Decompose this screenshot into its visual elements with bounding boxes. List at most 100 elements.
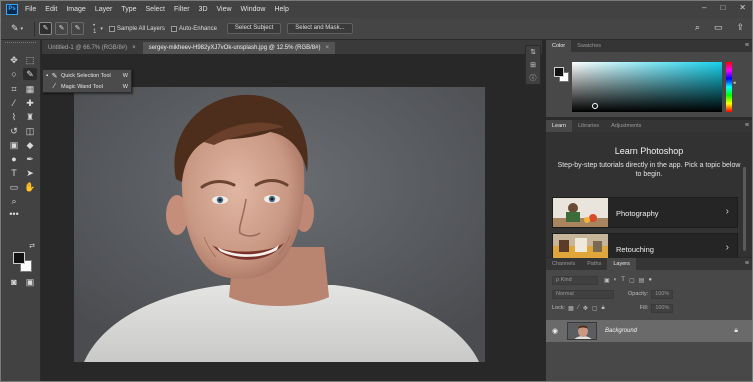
sample-all-layers-checkbox[interactable]: Sample All Layers [108, 25, 165, 32]
maximize-button[interactable]: □ [720, 3, 725, 12]
tab-color[interactable]: Color [546, 40, 572, 52]
panel-menu-icon[interactable]: ≡ [745, 40, 749, 52]
tab-layers[interactable]: Layers [607, 258, 636, 270]
eraser-tool-icon[interactable]: ◫ [23, 125, 37, 137]
add-to-selection-icon[interactable]: ✎ [55, 22, 68, 35]
quick-mask-icon[interactable]: ◙ [7, 276, 21, 288]
tab-paths[interactable]: Paths [581, 258, 607, 270]
filter-shape-icon[interactable]: ▢ [629, 277, 635, 284]
swap-colors-icon[interactable]: ⇄ [25, 241, 39, 253]
tab-adjustments[interactable]: Adjustments [605, 120, 647, 132]
opacity-field[interactable]: 100% [651, 289, 674, 299]
blend-mode-select[interactable]: Normal [552, 289, 614, 299]
menu-window[interactable]: Window [241, 6, 266, 13]
marquee-tool-icon[interactable]: ⬚ [23, 54, 37, 66]
more-tools-icon[interactable]: ••• [7, 208, 21, 220]
learn-scrollbar[interactable] [743, 167, 746, 251]
close-window-button[interactable]: ✕ [739, 3, 746, 12]
color-picker-ring[interactable] [592, 103, 598, 109]
hand-tool-icon[interactable]: ✋ [23, 181, 37, 193]
menu-3d[interactable]: 3D [199, 6, 208, 13]
gradient-tool-icon[interactable]: ▣ [7, 139, 21, 151]
info-panel-icon[interactable]: ⓘ [526, 72, 540, 85]
path-selection-icon[interactable]: ➤ [23, 167, 37, 179]
workspace-icon[interactable]: ▭ [714, 22, 723, 33]
color-panel-foreground-swatch[interactable] [554, 67, 564, 77]
tab-learn[interactable]: Learn [546, 120, 573, 132]
auto-enhance-checkbox[interactable]: Auto-Enhance [170, 25, 217, 32]
lasso-tool-icon[interactable]: ○ [7, 68, 21, 80]
menu-type[interactable]: Type [121, 6, 136, 13]
layers-panel: Channels Paths Layers ≡ ρ Kind ▣ ◐ T ▢ ▤… [546, 258, 752, 381]
dodge-tool-icon[interactable]: ● [7, 153, 21, 165]
zoom-tool-icon[interactable]: ⌕ [7, 195, 21, 207]
lock-icons: ▦ ⁄ ✥ ▢ 🔒︎ [568, 305, 605, 312]
menu-help[interactable]: Help [274, 6, 288, 13]
eyedropper-tool-icon[interactable]: ⁄ [7, 97, 21, 109]
menu-image[interactable]: Image [66, 6, 85, 13]
subtract-from-selection-icon[interactable]: ✎ [71, 22, 84, 35]
search-icon[interactable]: ⌕ [695, 22, 700, 33]
select-and-mask-button[interactable]: Select and Mask... [287, 23, 353, 34]
menu-file[interactable]: File [25, 6, 36, 13]
screen-mode-icon[interactable]: ▣ [23, 276, 37, 288]
hue-slider[interactable] [726, 62, 732, 112]
image-canvas[interactable] [74, 87, 485, 362]
lock-artboard-icon[interactable]: ▢ [592, 305, 598, 312]
layer-row-background[interactable]: ◉ Background 🔒︎ [546, 320, 752, 342]
clone-stamp-icon[interactable]: ♜ [23, 111, 37, 123]
lock-transparent-icon[interactable]: ▦ [568, 305, 574, 312]
tab-libraries[interactable]: Libraries [572, 120, 605, 132]
close-icon[interactable]: × [132, 45, 136, 51]
blur-tool-icon[interactable]: ◆ [23, 139, 37, 151]
crop-tool-icon[interactable]: ⌗ [7, 83, 21, 95]
tab-portrait-photo[interactable]: sergey-mikheev-H982yXJ7vOk-unsplash.jpg … [142, 42, 335, 54]
eye-icon[interactable]: ◉ [548, 327, 562, 335]
tab-untitled-1[interactable]: Untitled-1 @ 66.7% (RGB/8#) × [42, 42, 142, 54]
layer-kind-filter[interactable]: ρ Kind [552, 275, 598, 285]
lock-all-icon[interactable]: 🔒︎ [602, 305, 605, 312]
tab-swatches[interactable]: Swatches [571, 40, 607, 52]
panel-menu-icon[interactable]: ≡ [745, 258, 749, 270]
menu-layer[interactable]: Layer [95, 6, 113, 13]
quick-selection-tool-icon[interactable]: ✎ [23, 68, 37, 80]
lock-position-icon[interactable]: ✥ [583, 305, 588, 312]
filter-type-icon[interactable]: T [621, 277, 625, 284]
properties-panel-icon[interactable]: ⊞ [526, 59, 540, 72]
move-tool-icon[interactable]: ✥ [7, 54, 21, 66]
flyout-item-quick-selection[interactable]: ▪ ✎ Quick Selection Tool W [43, 70, 131, 81]
filter-toggle-icon[interactable]: ● [648, 277, 652, 284]
close-icon[interactable]: × [325, 45, 329, 51]
tool-preset-picker[interactable]: ✎ ▾ [4, 21, 30, 37]
healing-brush-icon[interactable]: ✚ [23, 97, 37, 109]
toolbar-grip[interactable] [5, 42, 36, 48]
filter-pixel-icon[interactable]: ▣ [604, 277, 610, 284]
frame-tool-icon[interactable]: ▦ [23, 83, 37, 95]
type-tool-icon[interactable]: T [7, 167, 21, 179]
brush-size-picker[interactable]: • 1 [93, 23, 96, 35]
minimize-button[interactable]: – [702, 3, 706, 12]
history-panel-icon[interactable]: ⇅ [526, 46, 540, 59]
foreground-color-swatch[interactable] [13, 252, 25, 264]
lock-image-icon[interactable]: ⁄ [578, 305, 579, 312]
select-subject-button[interactable]: Select Subject [226, 23, 282, 34]
fill-field[interactable]: 100% [651, 303, 674, 313]
rectangle-tool-icon[interactable]: ▭ [7, 181, 21, 193]
menu-view[interactable]: View [217, 6, 232, 13]
filter-adjustment-icon[interactable]: ◐ [614, 277, 618, 284]
portrait-photo [74, 87, 485, 362]
brush-chevron-icon[interactable]: ▾ [100, 26, 103, 32]
brush-tool-icon[interactable]: ⌇ [7, 111, 21, 123]
menu-edit[interactable]: Edit [45, 6, 57, 13]
filter-smart-object-icon[interactable]: ▤ [639, 277, 645, 284]
menu-select[interactable]: Select [146, 6, 165, 13]
new-selection-icon[interactable]: ✎ [39, 22, 52, 35]
learn-card-photography[interactable]: Photography › [552, 197, 738, 228]
tab-channels[interactable]: Channels [546, 258, 581, 270]
panel-menu-icon[interactable]: ≡ [745, 120, 749, 132]
share-icon[interactable]: ⇪ [736, 22, 744, 33]
menu-filter[interactable]: Filter [174, 6, 190, 13]
history-brush-icon[interactable]: ↺ [7, 125, 21, 137]
flyout-item-magic-wand[interactable]: ⁄ Magic Wand Tool W [43, 81, 131, 92]
pen-tool-icon[interactable]: ✒ [23, 153, 37, 165]
